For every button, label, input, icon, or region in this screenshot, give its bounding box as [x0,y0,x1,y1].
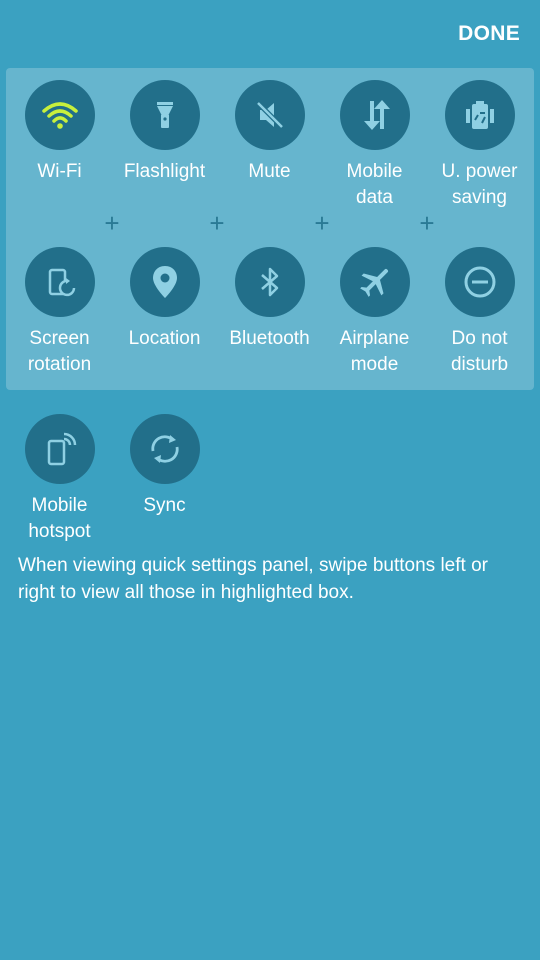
wifi-icon [41,102,78,129]
tile-circle [444,247,515,317]
screen-rotation-icon [48,268,75,297]
tile-circle [129,414,200,484]
tile-circle [129,247,200,317]
tile-label: Screen rotation [27,328,92,375]
plus-icon: + [419,208,435,238]
mute-icon [255,101,284,129]
airplane-icon [359,268,388,297]
tile-airplane-mode[interactable]: Airplane mode [322,247,427,378]
plus-icon: + [209,208,225,238]
tile-bluetooth[interactable]: Bluetooth [217,247,322,352]
tile-screen-rotation[interactable]: Screen rotation [7,247,112,378]
tile-mobile-hotspot[interactable]: Mobile hotspot [7,414,112,545]
tile-flashlight[interactable]: Flashlight [112,80,217,185]
tile-sync[interactable]: Sync [112,414,217,519]
instruction-text: When viewing quick settings panel, swipe… [18,555,488,603]
plus-icon: + [104,208,120,238]
tile-circle [339,247,410,317]
tile-circle [24,414,95,484]
do-not-disturb-icon [464,266,495,298]
tile-circle [234,247,305,317]
location-icon [152,266,177,298]
tile-mute[interactable]: Mute [217,80,322,185]
tile-mobile-data[interactable]: Mobile data [322,80,427,211]
tile-circle [444,80,515,150]
bluetooth-icon [260,267,278,297]
tile-circle [339,80,410,150]
tile-circle [24,247,95,317]
tile-location[interactable]: Location [112,247,217,352]
flashlight-icon [156,102,173,128]
tile-label: Mute [248,161,291,182]
tile-circle [129,80,200,150]
plus-icon: + [314,208,330,238]
tile-label: U. power saving [441,161,518,208]
tile-label: Mobile data [346,161,403,208]
tile-label: Airplane mode [339,328,410,375]
tile-label: Bluetooth [229,328,310,349]
tile-label: Sync [143,495,186,516]
tile-power-saving[interactable]: U. power saving [427,80,532,211]
tile-label: Do not disturb [450,328,509,375]
mobile-data-icon [363,100,390,130]
sync-icon [150,435,179,463]
power-saving-icon [465,101,494,129]
tile-label: Mobile hotspot [28,495,91,542]
tile-do-not-disturb[interactable]: Do not disturb [427,247,532,378]
tile-label: Flashlight [123,161,206,182]
tile-label: Location [128,328,201,349]
mobile-hotspot-icon [47,432,76,466]
tile-circle [234,80,305,150]
done-button[interactable]: DONE [458,22,520,46]
tile-wifi[interactable]: Wi-Fi [7,80,112,185]
tile-circle [24,80,95,150]
tile-label: Wi-Fi [37,161,82,182]
highlighted-quick-settings-box: Wi-Fi Flashlight Mute Mobile data U. pow… [6,68,534,390]
